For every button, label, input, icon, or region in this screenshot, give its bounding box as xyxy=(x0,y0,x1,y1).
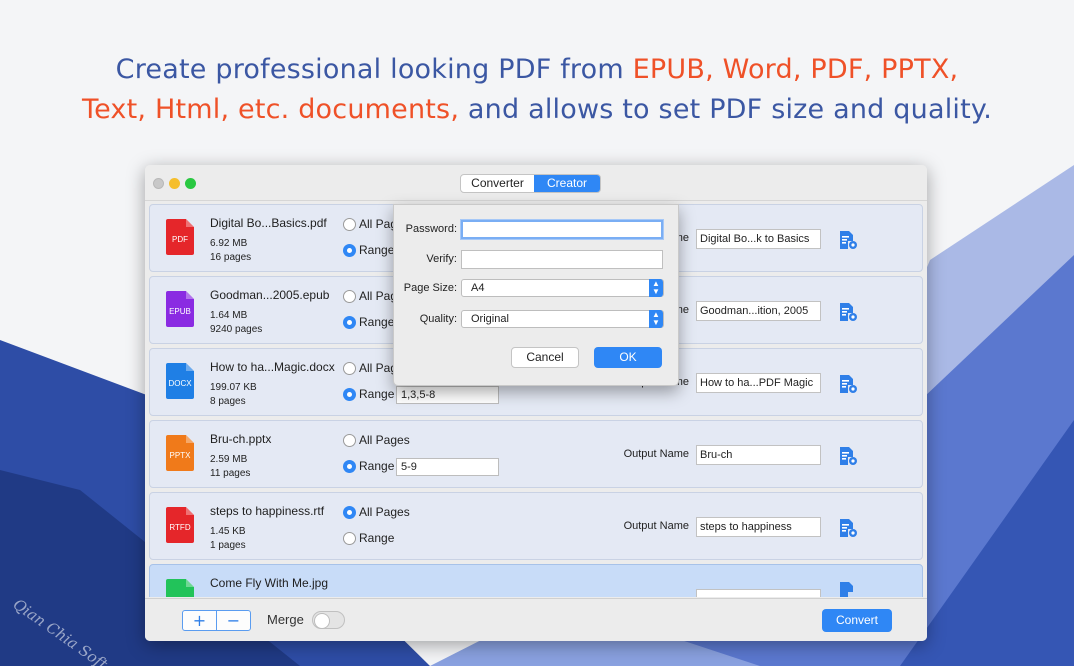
cancel-button[interactable]: Cancel xyxy=(511,347,579,368)
range-radio[interactable] xyxy=(343,460,356,473)
range-radio[interactable] xyxy=(343,244,356,257)
document-settings-icon[interactable] xyxy=(838,581,858,597)
range-label: Range xyxy=(359,459,395,473)
zoom-window-button[interactable] xyxy=(185,178,196,189)
file-size: 1.64 MB xyxy=(210,310,248,321)
file-pages: 11 pages xyxy=(210,468,251,479)
file-size: 6.92 MB xyxy=(210,238,248,249)
file-pages: 9240 pages xyxy=(210,324,263,335)
merge-toggle[interactable] xyxy=(312,611,345,629)
headline-formats: EPUB, Word, PDF, PPTX, xyxy=(632,54,959,85)
all-pages-radio[interactable] xyxy=(343,218,356,231)
document-settings-icon[interactable] xyxy=(838,518,858,538)
file-size: 199.07 KB xyxy=(210,382,257,393)
output-name-input[interactable] xyxy=(696,589,821,597)
headline-text-2: and allows to set PDF size and quality. xyxy=(459,94,993,125)
file-type-icon: DOCX xyxy=(166,363,194,399)
document-settings-icon[interactable] xyxy=(838,374,858,394)
range-radio[interactable] xyxy=(343,388,356,401)
page-size-value: A4 xyxy=(471,282,485,294)
all-pages-label: All Pages xyxy=(359,505,410,519)
file-row[interactable]: Come Fly With Me.jpg xyxy=(149,564,923,597)
headline: Create professional looking PDF from EPU… xyxy=(0,50,1074,130)
verify-input[interactable] xyxy=(461,250,663,269)
file-type-text: EPUB xyxy=(169,307,191,316)
password-label: Password: xyxy=(405,223,457,235)
page-size-label: Page Size: xyxy=(403,282,457,294)
quality-label: Quality: xyxy=(419,313,457,325)
page-size-select[interactable]: A4 ▲ ▼ xyxy=(461,279,664,297)
file-pages: 8 pages xyxy=(210,396,246,407)
headline-formats-2: Text, Html, etc. documents, xyxy=(81,94,460,125)
titlebar: Converter Creator xyxy=(145,165,927,201)
file-type-icon: RTFD xyxy=(166,507,194,543)
range-input[interactable]: 1,3,5-8 xyxy=(396,386,499,404)
close-window-button[interactable] xyxy=(153,178,164,189)
all-pages-radio[interactable] xyxy=(343,506,356,519)
file-type-text: PPTX xyxy=(170,451,192,460)
quality-select[interactable]: Original ▲ ▼ xyxy=(461,310,664,328)
file-type-text: PDF xyxy=(172,235,188,244)
verify-label: Verify: xyxy=(426,253,457,265)
output-name-label: Output Name xyxy=(623,520,689,532)
merge-label: Merge xyxy=(267,612,304,627)
file-type-icon xyxy=(166,579,194,597)
remove-file-button[interactable]: − xyxy=(217,611,250,630)
all-pages-radio[interactable] xyxy=(343,434,356,447)
minimize-window-button[interactable] xyxy=(169,178,180,189)
range-label: Range xyxy=(359,243,395,257)
mode-segmented-control: Converter Creator xyxy=(460,174,601,193)
tab-converter[interactable]: Converter xyxy=(461,175,534,192)
all-pages-radio[interactable] xyxy=(343,290,356,303)
pdf-settings-dialog: Password: Verify: Page Size: A4 ▲ ▼ Quali… xyxy=(393,204,679,386)
file-size: 1.45 KB xyxy=(210,526,246,537)
range-label: Range xyxy=(359,531,395,545)
file-type-icon: EPUB xyxy=(166,291,194,327)
ok-button[interactable]: OK xyxy=(594,347,662,368)
select-stepper-icon: ▲ ▼ xyxy=(649,279,663,297)
output-name-input[interactable]: How to ha...PDF Magic xyxy=(696,373,821,393)
file-row[interactable]: RTFD steps to happiness.rtf 1.45 KB 1 pages… xyxy=(149,492,923,560)
output-name-input[interactable]: Goodman...ition, 2005 xyxy=(696,301,821,321)
range-radio[interactable] xyxy=(343,532,356,545)
file-size: 2.59 MB xyxy=(210,454,248,465)
password-input[interactable] xyxy=(461,220,663,239)
bottom-toolbar: + − Merge Convert xyxy=(145,598,927,641)
file-row[interactable]: PPTX Bru-ch.pptx 2.59 MB 11 pages All Pages R… xyxy=(149,420,923,488)
range-input[interactable]: 5-9 xyxy=(396,458,499,476)
file-type-icon: PPTX xyxy=(166,435,194,471)
file-name: How to ha...Magic.docx xyxy=(210,360,335,374)
quality-value: Original xyxy=(471,313,509,325)
add-remove-control: + − xyxy=(182,610,251,631)
file-pages: 16 pages xyxy=(210,252,252,263)
document-settings-icon[interactable] xyxy=(838,302,858,322)
headline-text-1: Create professional looking PDF from xyxy=(115,54,633,85)
output-name-input[interactable]: Digital Bo...k to Basics xyxy=(696,229,821,249)
all-pages-radio[interactable] xyxy=(343,362,356,375)
select-stepper-icon: ▲ ▼ xyxy=(649,310,663,328)
tab-creator[interactable]: Creator xyxy=(534,175,600,192)
range-label: Range xyxy=(359,315,395,329)
file-name: Bru-ch.pptx xyxy=(210,432,272,446)
output-name-label: Output Name xyxy=(623,448,689,460)
file-pages: 1 pages xyxy=(210,540,246,551)
file-name: Come Fly With Me.jpg xyxy=(210,576,329,590)
file-type-text: RTFD xyxy=(169,523,190,532)
document-settings-icon[interactable] xyxy=(838,446,858,466)
output-name-input[interactable]: steps to happiness xyxy=(696,517,821,537)
range-radio[interactable] xyxy=(343,316,356,329)
file-name: steps to happiness.rtf xyxy=(210,504,325,518)
document-settings-icon[interactable] xyxy=(838,230,858,250)
output-name-input[interactable]: Bru-ch xyxy=(696,445,821,465)
all-pages-label: All Pages xyxy=(359,433,410,447)
convert-button[interactable]: Convert xyxy=(822,609,892,632)
file-type-icon: PDF xyxy=(166,219,194,255)
file-type-text: DOCX xyxy=(168,379,192,388)
add-file-button[interactable]: + xyxy=(183,611,217,630)
file-name: Digital Bo...Basics.pdf xyxy=(210,216,327,230)
file-name: Goodman...2005.epub xyxy=(210,288,330,302)
range-label: Range xyxy=(359,387,395,401)
